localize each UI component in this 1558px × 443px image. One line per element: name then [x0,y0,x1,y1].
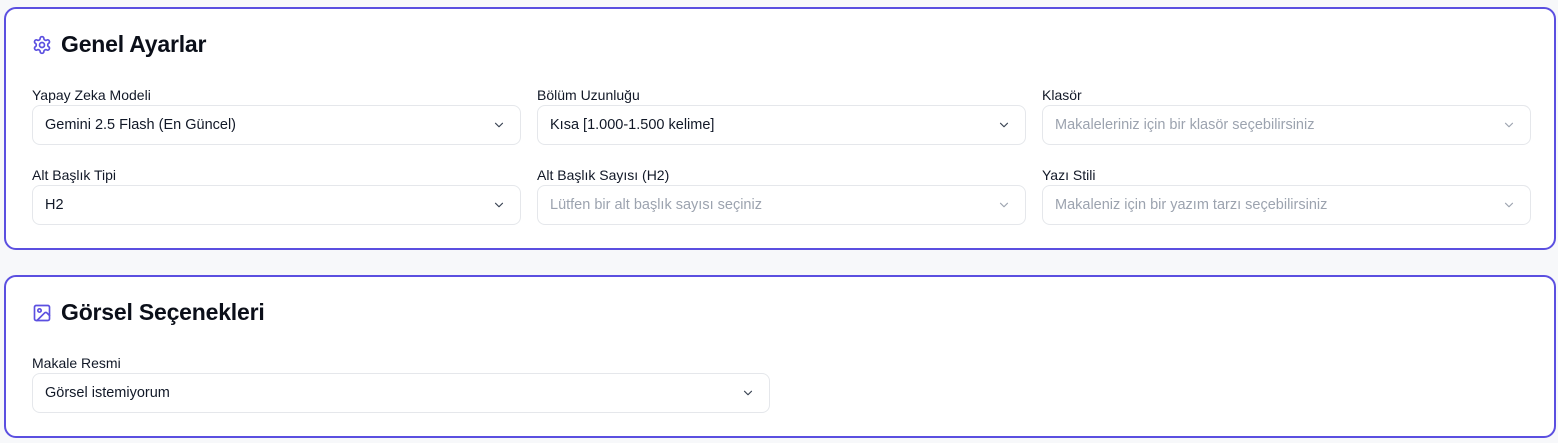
image-icon [32,303,52,323]
chevron-down-icon [1502,198,1516,212]
folder-label: Klasör [1042,87,1082,103]
article-image-select[interactable]: Görsel istemiyorum [32,373,770,413]
general-settings-header: Genel Ayarlar [32,31,206,58]
gear-icon [32,35,52,55]
visual-options-title: Görsel Seçenekleri [61,299,265,325]
chevron-down-icon [997,118,1011,132]
folder-placeholder: Makaleleriniz için bir klasör seçebilirs… [1055,117,1315,133]
subheading-count-select[interactable]: Lütfen bir alt başlık sayısı seçiniz [537,185,1026,225]
general-settings-card: Genel Ayarlar Yapay Zeka Modeli Gemini 2… [4,7,1556,250]
subheading-type-label: Alt Başlık Tipi [32,167,117,183]
writing-style-label: Yazı Stili [1042,167,1096,183]
general-settings-title: Genel Ayarlar [61,31,207,57]
section-length-value: Kısa [1.000-1.500 kelime] [550,117,715,133]
ai-model-value: Gemini 2.5 Flash (En Güncel) [45,117,236,133]
ai-model-label: Yapay Zeka Modeli [32,87,151,103]
chevron-down-icon [1502,118,1516,132]
writing-style-placeholder: Makaleniz için bir yazım tarzı seçebilir… [1055,197,1328,213]
folder-select[interactable]: Makaleleriniz için bir klasör seçebilirs… [1042,105,1531,145]
subheading-type-value: H2 [45,197,64,213]
chevron-down-icon [492,118,506,132]
article-image-label: Makale Resmi [32,355,121,371]
chevron-down-icon [997,198,1011,212]
subheading-count-label: Alt Başlık Sayısı (H2) [537,167,670,183]
subheading-count-placeholder: Lütfen bir alt başlık sayısı seçiniz [550,197,762,213]
ai-model-select[interactable]: Gemini 2.5 Flash (En Güncel) [32,105,521,145]
visual-options-header: Görsel Seçenekleri [32,299,265,326]
section-length-select[interactable]: Kısa [1.000-1.500 kelime] [537,105,1026,145]
chevron-down-icon [492,198,506,212]
chevron-down-icon [741,386,755,400]
subheading-type-select[interactable]: H2 [32,185,521,225]
writing-style-select[interactable]: Makaleniz için bir yazım tarzı seçebilir… [1042,185,1531,225]
visual-options-card: Görsel Seçenekleri Makale Resmi Görsel i… [4,275,1556,438]
section-length-label: Bölüm Uzunluğu [537,87,640,103]
article-image-value: Görsel istemiyorum [45,385,170,401]
